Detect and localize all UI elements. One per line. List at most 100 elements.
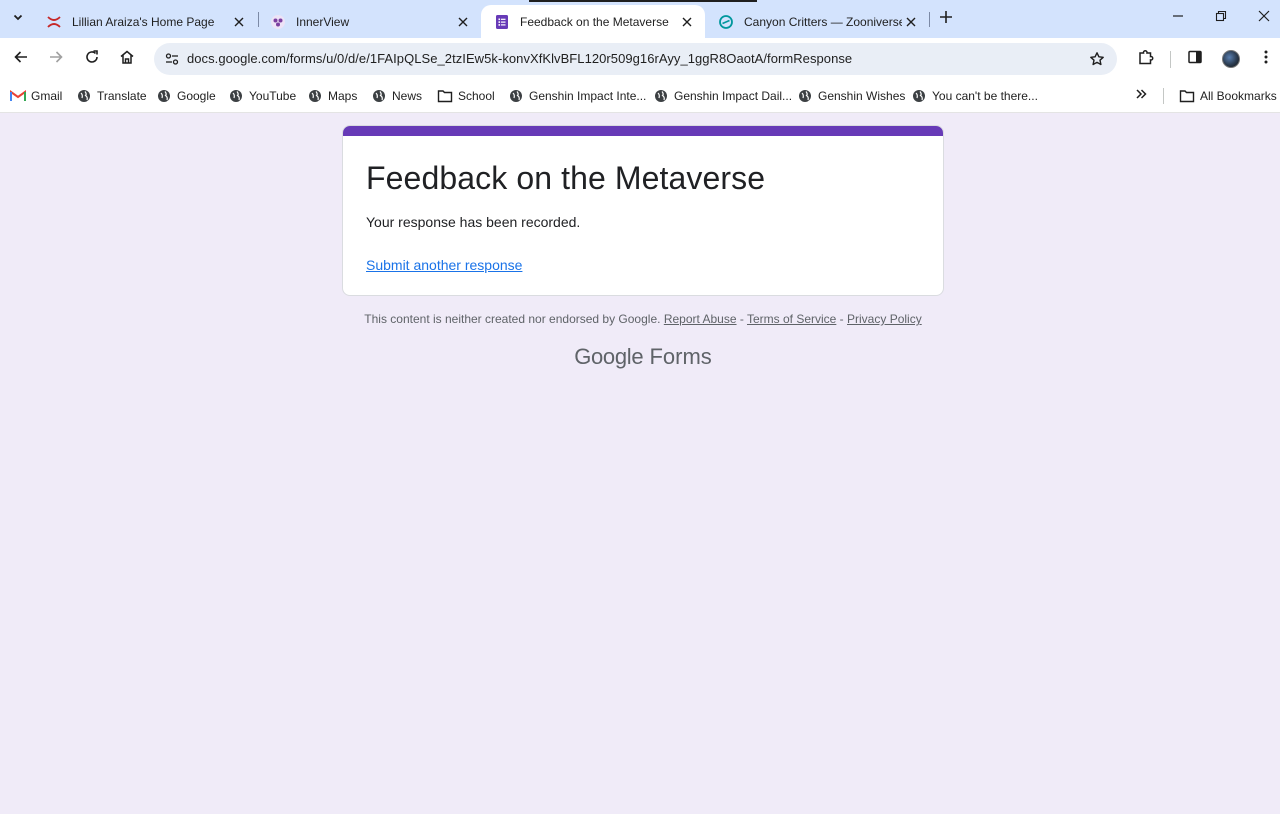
bookmark-label: Translate [97,89,147,103]
brand-google: Google [574,344,644,369]
puzzle-icon [1137,48,1155,71]
bookmarks-separator [1163,88,1164,104]
tab-title: Feedback on the Metaverse [520,14,669,29]
close-icon[interactable] [902,13,920,31]
side-panel-button[interactable] [1181,45,1209,73]
bookmark-label: You can't be there... [932,89,1038,103]
avatar [1222,50,1240,68]
bookmark-gmail[interactable]: Gmail [10,86,62,106]
chevron-down-icon [12,10,24,28]
bookmark-google[interactable]: Google [156,86,216,106]
bookmark-label: YouTube [249,89,297,103]
home-icon [119,49,135,70]
address-bar[interactable]: docs.google.com/forms/u/0/d/e/1FAIpQLSe_… [154,43,1117,75]
globe-icon [508,88,524,104]
close-icon[interactable] [678,13,696,31]
globe-icon [228,88,244,104]
bookmark-label: Genshin Impact Dail... [674,89,793,103]
bookmark-youtube[interactable]: YouTube [228,86,296,106]
privacy-policy-link[interactable]: Privacy Policy [847,312,922,326]
bookmark-label: Gmail [31,89,63,103]
minimize-icon [1172,9,1184,27]
innerview-logo-icon [270,14,286,30]
form-title: Feedback on the Metaverse [366,160,766,196]
globe-icon [76,88,92,104]
tab-separator [929,12,930,27]
bookmark-genshin-wishes[interactable]: Genshin Wishes [797,86,905,106]
tab-strip: Lillian Araiza's Home Page InnerView Fee… [0,0,1280,38]
tab-canyon-critters[interactable]: Canyon Critters — Zooniverse [705,5,929,38]
restore-button[interactable] [1199,0,1243,36]
footer-separator: - [736,312,747,326]
tab-title: InnerView [296,14,350,29]
bookmark-label: Google [177,89,216,103]
submit-another-response-link[interactable]: Submit another response [366,257,522,273]
globe-icon [911,88,927,104]
bookmark-label: School [458,89,495,103]
home-button[interactable] [113,45,141,73]
globe-icon [156,88,172,104]
bookmark-you-cant-be-there[interactable]: You can't be there... [911,86,1038,106]
tab-feedback-metaverse[interactable]: Feedback on the Metaverse [481,5,705,38]
bookmark-news[interactable]: News [371,86,422,106]
reload-button[interactable] [78,45,106,73]
double-chevron-right-icon [1135,87,1147,105]
form-accent-bar [343,126,943,136]
profile-button[interactable] [1217,45,1245,73]
forward-button[interactable] [42,45,70,73]
all-bookmarks-label: All Bookmarks [1200,89,1277,103]
tab-title: Lillian Araiza's Home Page [72,14,215,29]
arrow-left-icon [13,49,29,70]
globe-icon [797,88,813,104]
globe-icon [307,88,323,104]
bookmark-label: Maps [328,89,358,103]
report-abuse-link[interactable]: Report Abuse [664,312,737,326]
bookmark-label: Genshin Impact Inte... [529,89,647,103]
close-icon[interactable] [230,13,248,31]
close-icon [1258,9,1270,27]
close-window-button[interactable] [1242,0,1280,36]
bookmark-genshin-daily[interactable]: Genshin Impact Dail... [653,86,792,106]
browser-toolbar: docs.google.com/forms/u/0/d/e/1FAIpQLSe_… [0,38,1280,80]
terms-of-service-link[interactable]: Terms of Service [747,312,836,326]
x-logo-icon [46,14,62,30]
tab-lillian-home[interactable]: Lillian Araiza's Home Page [33,5,257,38]
close-icon[interactable] [454,13,472,31]
arrow-right-icon [48,49,64,70]
extensions-button[interactable] [1132,45,1160,73]
brand-forms: Forms [649,344,712,369]
toolbar-separator [1170,51,1171,68]
back-button[interactable] [7,45,35,73]
minimize-button[interactable] [1156,0,1200,36]
tab-title: Canyon Critters — Zooniverse [744,14,902,29]
bookmark-maps[interactable]: Maps [307,86,357,106]
bookmarks-bar: Gmail Translate Google YouTube Maps News [0,80,1280,113]
globe-icon [371,88,387,104]
more-bookmarks-button[interactable] [1131,86,1151,106]
confirmation-message: Your response has been recorded. [366,214,581,230]
restore-icon [1215,9,1227,27]
kebab-menu-icon [1264,49,1268,70]
new-tab-button[interactable] [935,8,957,30]
footer-disclaimer: This content is neither created nor endo… [342,312,944,326]
gmail-icon [10,88,26,104]
form-response-card: Feedback on the Metaverse Your response … [342,125,944,296]
url-text[interactable]: docs.google.com/forms/u/0/d/e/1FAIpQLSe_… [187,51,852,66]
tab-innerview[interactable]: InnerView [257,5,481,38]
bookmark-label: News [392,89,423,103]
bookmark-translate[interactable]: Translate [76,86,147,106]
footer-separator: - [836,312,848,326]
bookmark-folder-school[interactable]: School [437,86,495,106]
bookmark-genshin-interactive[interactable]: Genshin Impact Inte... [508,86,646,106]
google-forms-logo[interactable]: Google Forms [342,344,944,370]
zooniverse-icon [718,14,734,30]
menu-button[interactable] [1252,45,1280,73]
all-bookmarks-button[interactable]: All Bookmarks [1179,86,1277,106]
site-info-icon[interactable] [160,47,184,71]
tab-search-button[interactable] [7,8,29,30]
bookmark-star-icon[interactable] [1085,47,1109,71]
folder-icon [437,88,453,104]
reload-icon [84,49,100,70]
globe-icon [653,88,669,104]
bookmark-label: Genshin Wishes [818,89,906,103]
